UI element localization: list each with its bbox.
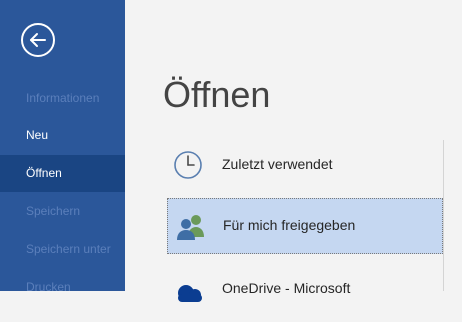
places-divider — [443, 140, 444, 291]
nav-item-informationen[interactable]: Informationen — [0, 80, 125, 117]
back-button[interactable] — [21, 23, 55, 57]
shared-people-icon — [177, 215, 204, 240]
onedrive-cloud-icon — [178, 285, 202, 302]
place-onedrive-label: OneDrive - Microsoft — [222, 280, 351, 296]
place-onedrive[interactable]: OneDrive - Microsoft — [167, 266, 443, 322]
place-recent-label: Zuletzt verwendet — [222, 156, 333, 172]
open-pane: Öffnen Zuletzt verwendet Für mich freige… — [125, 0, 462, 302]
page-title: Öffnen — [163, 74, 271, 115]
back-arrow-icon — [30, 33, 46, 47]
nav-item-speichern[interactable]: Speichern — [0, 193, 125, 230]
place-shared-with-me-label: Für mich freigegeben — [223, 217, 356, 233]
nav-item-drucken[interactable]: Drucken — [0, 269, 125, 306]
nav-item-neu[interactable]: Neu — [0, 117, 125, 154]
backstage-sidebar: Informationen Neu Öffnen Speichern Speic… — [0, 0, 125, 294]
place-shared-with-me[interactable]: Für mich freigegeben — [167, 198, 443, 254]
nav-item-speichern-unter[interactable]: Speichern unter — [0, 231, 125, 268]
clock-icon — [174, 151, 202, 179]
place-recent[interactable]: Zuletzt verwendet — [167, 137, 443, 193]
nav-item-oeffnen[interactable]: Öffnen — [0, 155, 125, 192]
